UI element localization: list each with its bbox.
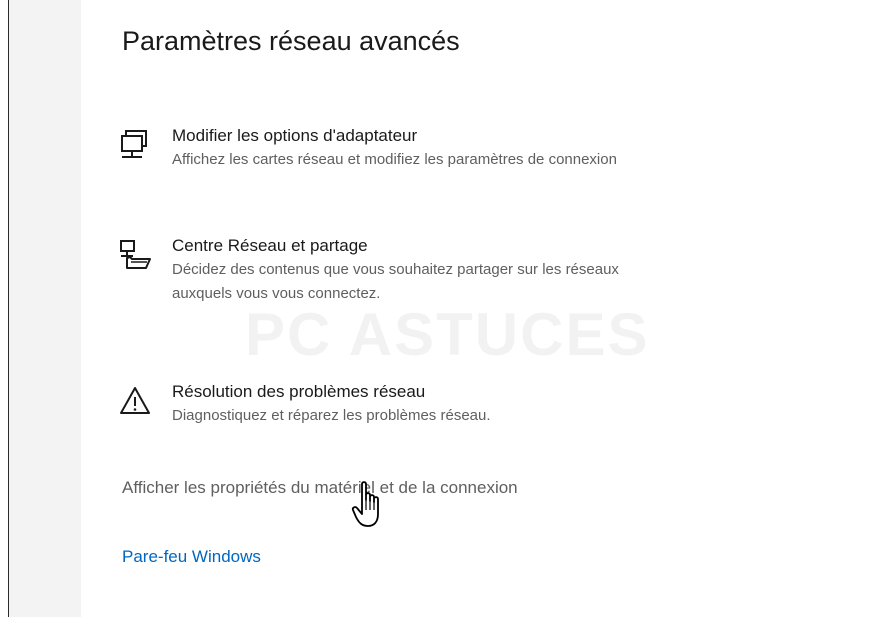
network-sharing-icon [120, 240, 151, 269]
hardware-properties-link[interactable]: Afficher les propriétés du matériel et d… [122, 478, 518, 498]
setting-network-sharing-center[interactable]: Centre Réseau et partage Décidez des con… [118, 234, 858, 306]
troubleshoot-description: Diagnostiquez et réparez les problèmes r… [172, 407, 491, 424]
warning-icon [120, 387, 150, 414]
hand-cursor-icon [351, 481, 379, 527]
network-adapter-icon [121, 130, 147, 158]
adapter-options-title: Modifier les options d'adaptateur [172, 126, 418, 145]
setting-adapter-options[interactable]: Modifier les options d'adaptateur Affich… [118, 124, 858, 172]
settings-window: PC ASTUCES Paramètres réseau avancés Mod… [0, 0, 872, 617]
page-title: Paramètres réseau avancés [122, 26, 460, 56]
window-border [8, 0, 9, 617]
windows-firewall-link[interactable]: Pare-feu Windows [122, 547, 261, 567]
setting-troubleshoot[interactable]: Résolution des problèmes réseau Diagnost… [118, 380, 858, 428]
sharing-center-title: Centre Réseau et partage [172, 236, 368, 255]
sharing-center-description-line1: Décidez des contenus que vous souhaitez … [172, 261, 619, 278]
troubleshoot-title: Résolution des problèmes réseau [172, 382, 426, 401]
navigation-pane [9, 0, 81, 617]
adapter-options-description: Affichez les cartes réseau et modifiez l… [172, 151, 617, 168]
sharing-center-description-line2: auxquels vous vous connectez. [172, 285, 381, 302]
watermark: PC ASTUCES [245, 301, 650, 368]
